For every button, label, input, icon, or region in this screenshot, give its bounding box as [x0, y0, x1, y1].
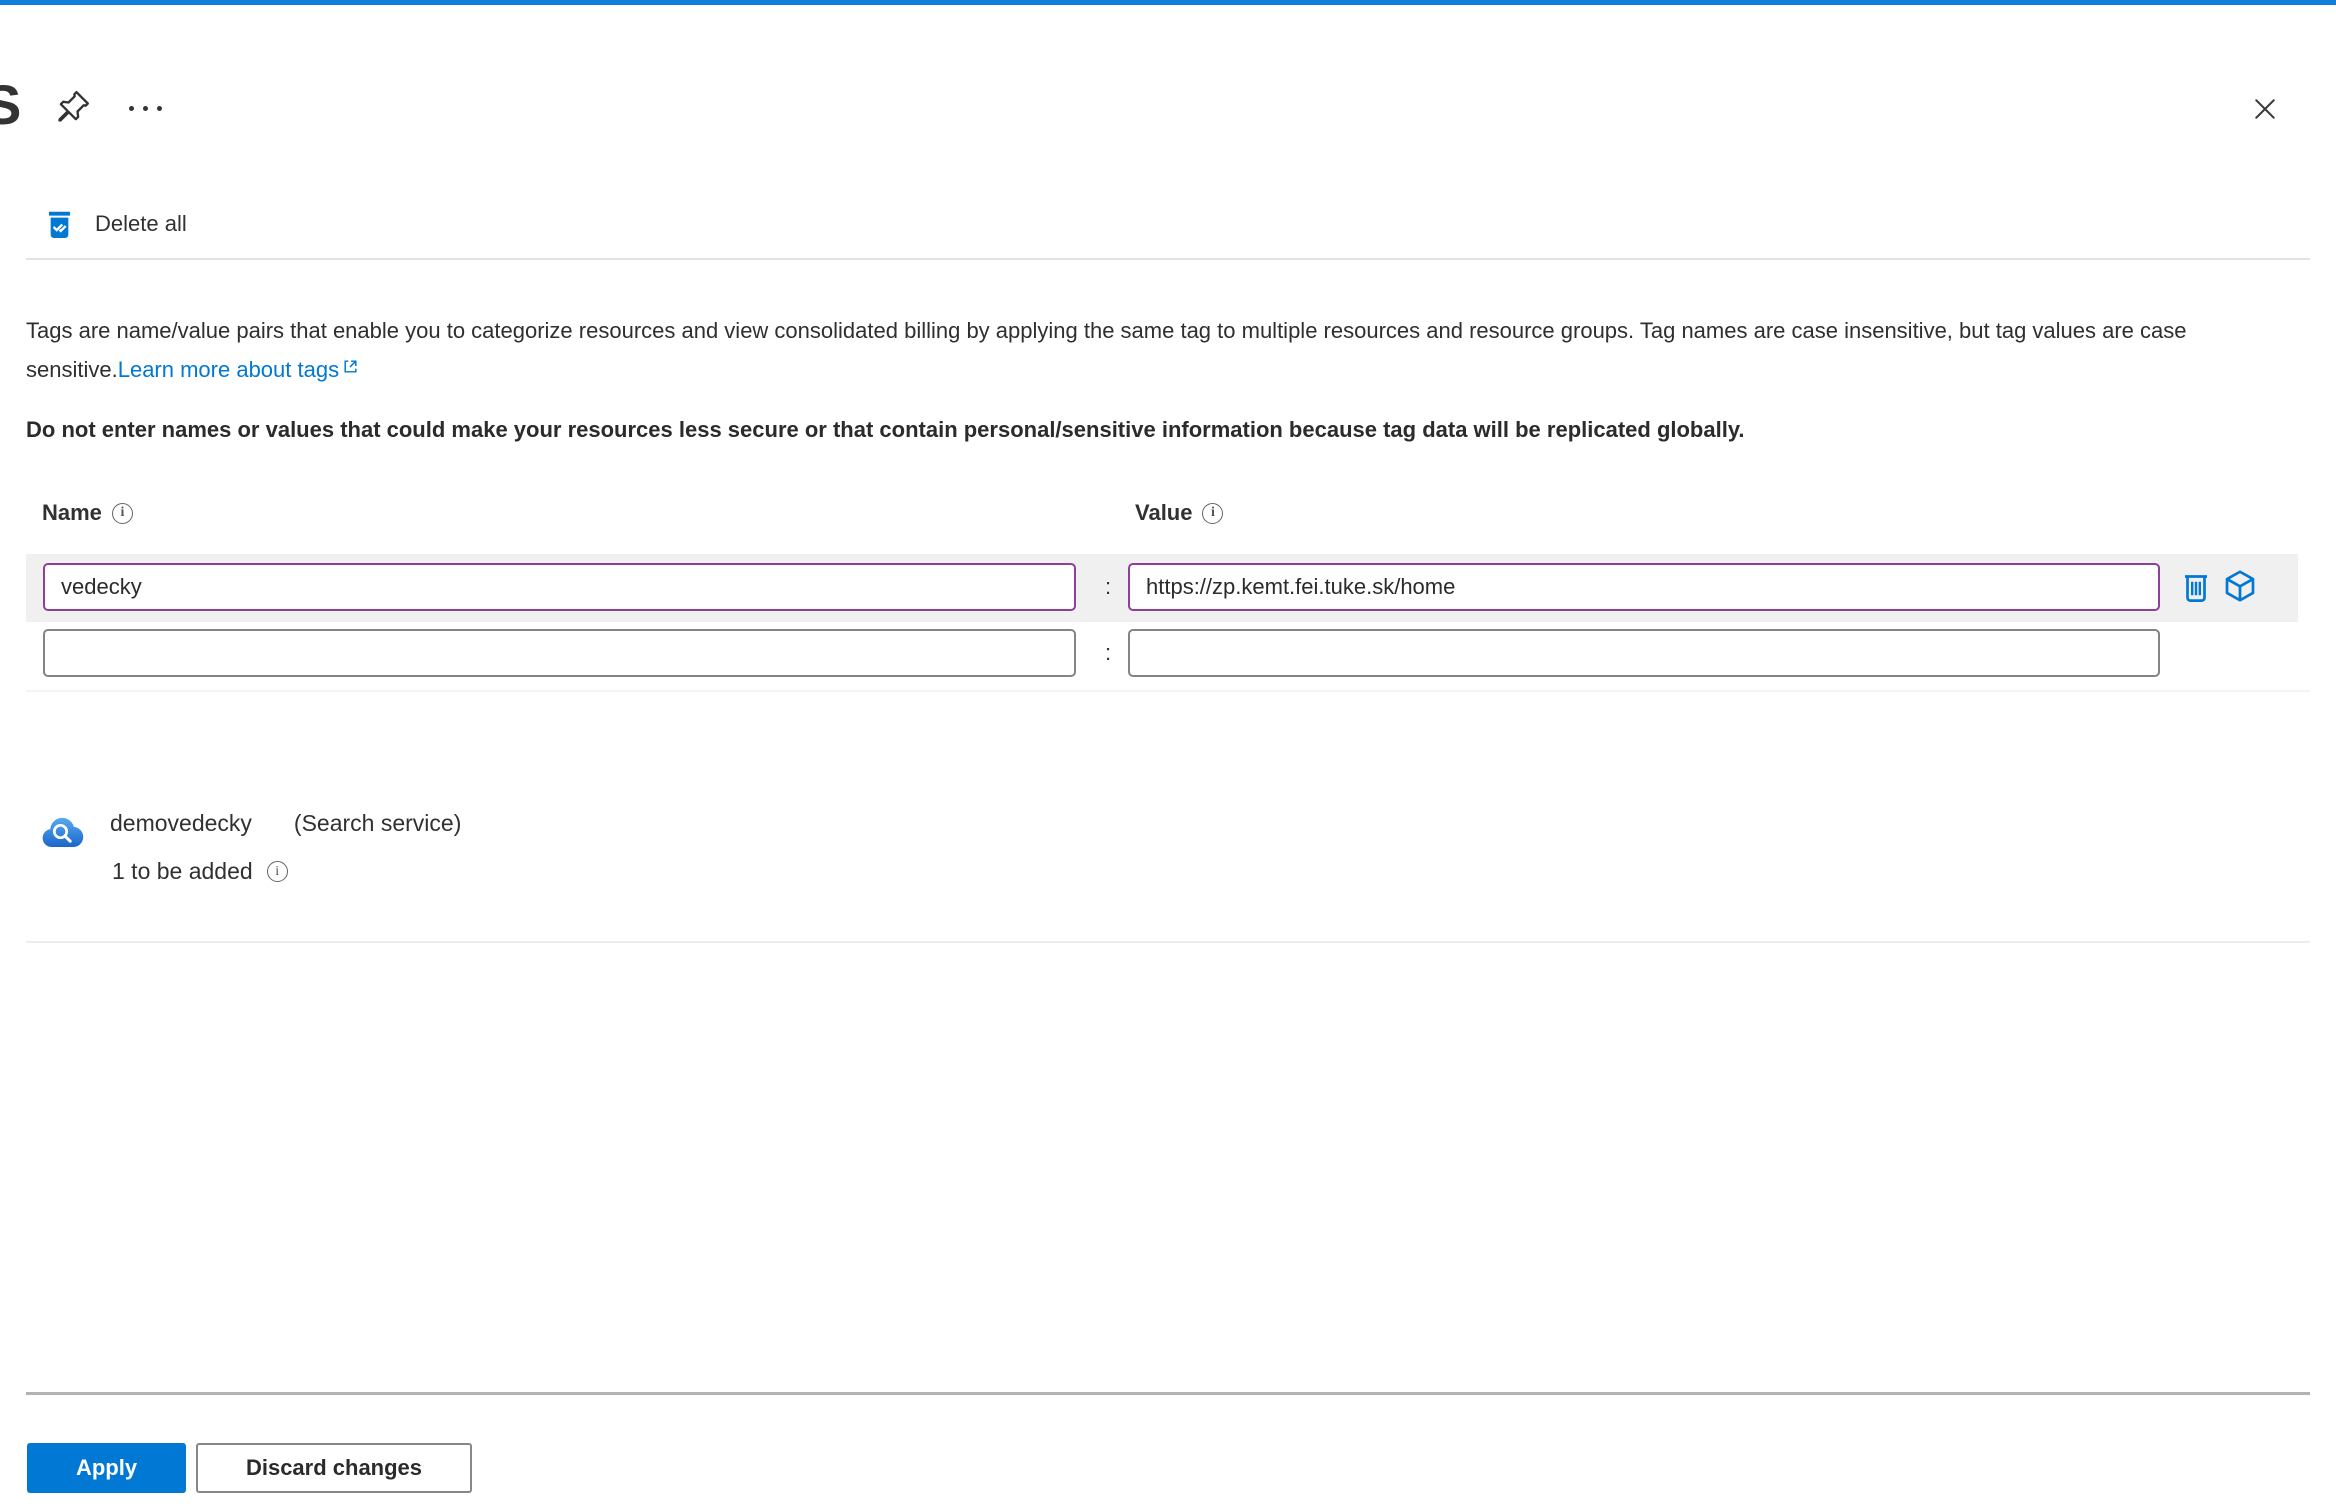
footer-divider — [26, 1392, 2310, 1395]
more-options-button[interactable] — [122, 102, 168, 114]
toolbar-divider — [26, 258, 2310, 260]
tags-description: Tags are name/value pairs that enable yo… — [26, 312, 2318, 388]
cube-icon — [2221, 566, 2259, 606]
close-button[interactable] — [2248, 92, 2282, 126]
name-value-separator: : — [1104, 640, 1112, 665]
resource-type: (Search service) — [293, 810, 462, 836]
delete-all-button[interactable]: Delete all — [44, 204, 187, 244]
resource-tag-button[interactable] — [2222, 566, 2258, 606]
pin-icon — [53, 87, 93, 127]
tag-name-input[interactable] — [43, 563, 1076, 611]
discard-changes-button[interactable]: Discard changes — [196, 1443, 472, 1493]
value-info-icon[interactable]: i — [1202, 502, 1224, 524]
resource-status: 1 to be added i — [112, 858, 288, 885]
name-info-icon[interactable]: i — [111, 502, 133, 524]
resource-divider — [26, 941, 2310, 943]
value-header-label: Value — [1135, 500, 1193, 525]
resource-name: demovedecky — [110, 810, 252, 836]
close-icon — [2250, 94, 2280, 124]
external-link-icon — [342, 349, 359, 386]
pin-button[interactable] — [52, 86, 94, 128]
delete-all-label: Delete all — [95, 211, 187, 236]
trash-icon — [2179, 568, 2213, 606]
learn-more-link[interactable]: Learn more about tags — [118, 357, 339, 382]
name-header-label: Name — [42, 500, 102, 525]
search-service-icon — [40, 812, 88, 854]
tags-warning: Do not enter names or values that could … — [26, 417, 1745, 442]
delete-tag-button[interactable] — [2178, 567, 2214, 607]
ellipsis-icon — [142, 105, 148, 111]
ellipsis-icon — [128, 105, 134, 111]
value-column-header: Value i — [1135, 500, 1224, 526]
resource-summary: demovedecky (Search service) — [40, 810, 461, 854]
new-tag-name-input[interactable] — [43, 629, 1076, 677]
page-title-partial: S — [0, 73, 22, 136]
ellipsis-icon — [156, 105, 162, 111]
rows-divider — [26, 690, 2310, 692]
apply-button[interactable]: Apply — [27, 1443, 186, 1493]
resource-status-label: 1 to be added — [112, 858, 253, 884]
status-info-icon[interactable]: i — [266, 861, 288, 882]
name-value-separator: : — [1104, 574, 1112, 599]
delete-all-icon — [44, 209, 75, 240]
top-accent-bar — [0, 0, 2336, 5]
new-tag-value-input[interactable] — [1128, 629, 2160, 677]
tag-value-input[interactable] — [1128, 563, 2160, 611]
name-column-header: Name i — [42, 500, 133, 526]
